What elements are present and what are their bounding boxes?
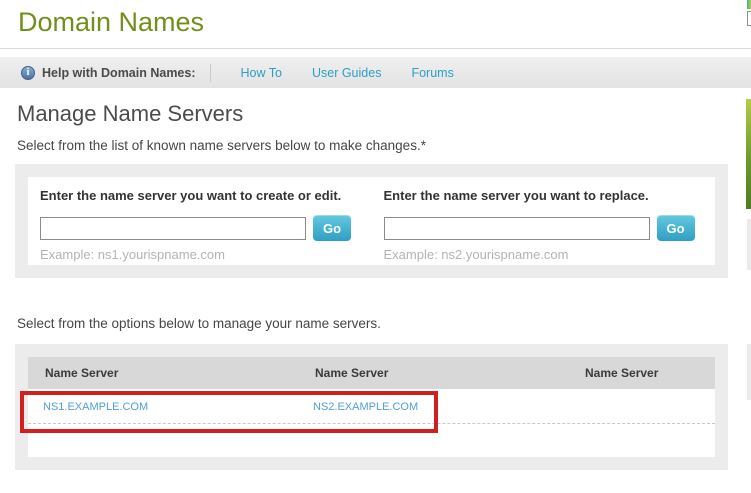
- replace-input[interactable]: [384, 217, 650, 240]
- create-edit-example: Example: ns1.yourispname.com: [40, 247, 372, 262]
- create-edit-input[interactable]: [40, 217, 306, 240]
- create-edit-label: Enter the name server you want to create…: [40, 188, 372, 203]
- table-row: NS1.EXAMPLE.COM NS2.EXAMPLE.COM: [28, 389, 715, 424]
- ns1-link[interactable]: NS1.EXAMPLE.COM: [28, 401, 148, 413]
- name-server-form-panel: Enter the name server you want to create…: [15, 164, 728, 278]
- create-edit-go-button[interactable]: Go: [313, 215, 351, 241]
- table-cell-2: NS2.EXAMPLE.COM: [298, 397, 568, 415]
- table-header-name-server-2: Name Server: [298, 366, 568, 380]
- table-cell-1: NS1.EXAMPLE.COM: [28, 397, 298, 415]
- help-bar: i Help with Domain Names: How To User Gu…: [0, 57, 751, 88]
- help-bar-divider: [210, 64, 211, 82]
- cutoff-gray-strip-upper: [747, 219, 751, 270]
- table-intro-text: Select from the options below to manage …: [17, 316, 381, 331]
- manage-intro-text: Select from the list of known name serve…: [17, 138, 426, 153]
- replace-column: Enter the name server you want to replac…: [372, 188, 716, 265]
- replace-label: Enter the name server you want to replac…: [384, 188, 716, 203]
- name-server-table-panel: Name Server Name Server Name Server NS1.…: [15, 344, 728, 470]
- help-link-how-to[interactable]: How To: [241, 66, 282, 80]
- help-link-forums[interactable]: Forums: [411, 66, 453, 80]
- create-edit-column: Enter the name server you want to create…: [28, 188, 372, 265]
- page: Domain Names i Help with Domain Names: H…: [0, 0, 751, 493]
- table-header-name-server-1: Name Server: [28, 366, 298, 380]
- cutoff-icon-fragment: [747, 0, 751, 9]
- table-header-name-server-3: Name Server: [568, 366, 715, 380]
- help-link-user-guides[interactable]: User Guides: [312, 66, 381, 80]
- title-divider: [0, 48, 751, 49]
- replace-go-button[interactable]: Go: [657, 215, 695, 241]
- table-empty-row: [28, 424, 715, 457]
- manage-name-servers-heading: Manage Name Servers: [17, 101, 243, 127]
- help-bar-label: Help with Domain Names:: [42, 66, 196, 80]
- create-edit-input-row: Go: [40, 215, 372, 241]
- cutoff-box-fragment: [747, 11, 751, 26]
- ns2-link[interactable]: NS2.EXAMPLE.COM: [298, 401, 418, 413]
- page-title: Domain Names: [18, 7, 204, 38]
- table-header-row: Name Server Name Server Name Server: [28, 357, 715, 389]
- name-server-table: Name Server Name Server Name Server NS1.…: [28, 357, 715, 457]
- cutoff-gray-strip-lower: [747, 344, 751, 400]
- replace-input-row: Go: [384, 215, 716, 241]
- cutoff-green-bar: [746, 99, 751, 209]
- info-icon: i: [21, 66, 35, 80]
- replace-example: Example: ns2.yourispname.com: [384, 247, 716, 262]
- name-server-form-inner: Enter the name server you want to create…: [28, 177, 715, 265]
